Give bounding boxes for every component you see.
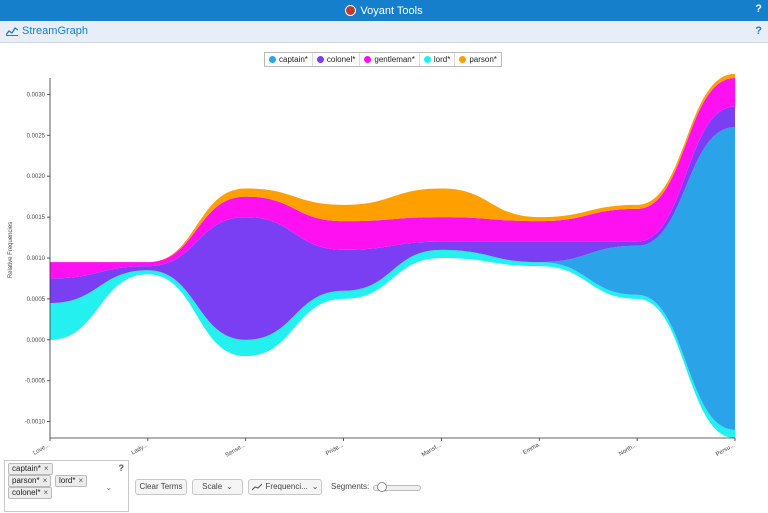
app-title-group[interactable]: Voyant Tools [0, 0, 768, 21]
term-selector[interactable]: captain* × parson* × lord* × colonel* × … [4, 460, 129, 512]
legend-label: colonel* [326, 55, 356, 64]
voyant-logo-icon [345, 5, 357, 16]
chart-legend: captain* colonel* gentleman* lord* parso… [264, 52, 502, 67]
legend-item-colonel[interactable]: colonel* [313, 53, 361, 66]
y-tick-label: 0.0010 [27, 256, 46, 262]
chevron-down-icon: ⌄ [226, 482, 233, 491]
term-chip-lord[interactable]: lord* × [55, 475, 88, 487]
clear-terms-label: Clear Terms [139, 482, 183, 491]
streamgraph-icon [6, 27, 18, 36]
legend-swatch-icon [316, 56, 324, 63]
frequencies-label: Frequenci... [265, 482, 308, 491]
legend-swatch-icon [364, 56, 372, 63]
y-tick-label: 0.0030 [27, 92, 46, 98]
y-tick-label: 0.0020 [27, 174, 46, 180]
legend-item-parson[interactable]: parson* [455, 53, 501, 66]
app-header: Voyant Tools ? [0, 0, 768, 21]
y-tick-label: 0.0025 [27, 133, 46, 139]
x-tick-label: Lady... [131, 442, 150, 456]
clear-terms-button[interactable]: Clear Terms [135, 479, 187, 495]
app-title: Voyant Tools [360, 4, 423, 17]
y-tick-label: -0.0010 [25, 420, 46, 426]
y-tick-label: -0.0005 [25, 379, 46, 385]
legend-swatch-icon [459, 56, 467, 63]
scale-dropdown[interactable]: Scale ⌄ [192, 479, 243, 495]
frequencies-dropdown[interactable]: Frequenci... ⌄ [248, 479, 322, 495]
term-chip-label: parson* [12, 476, 40, 485]
y-axis-label: Relative Frequencies [8, 222, 14, 278]
app-help-button[interactable]: ? [755, 3, 762, 15]
remove-term-icon[interactable]: × [43, 476, 48, 486]
y-axis: 0.0030 0.0025 0.0020 0.0015 0.0010 0.0005 0.00… [25, 78, 51, 438]
legend-item-gentleman[interactable]: gentleman* [360, 53, 420, 66]
streamgraph-chart[interactable]: 0.0030 0.0025 0.0020 0.0015 0.0010 0.0005 0.00… [0, 70, 768, 465]
remove-term-icon[interactable]: × [43, 488, 48, 498]
x-tick-label: Persu... [715, 442, 736, 458]
legend-label: gentleman* [374, 55, 415, 64]
y-tick-label: 0.0000 [27, 338, 46, 344]
x-axis: Love... Lady... Sense... Pride... Mansf... Em… [32, 437, 736, 459]
term-chip-colonel[interactable]: colonel* × [8, 487, 53, 499]
chevron-down-icon[interactable]: ⌄ [105, 483, 112, 492]
chevron-down-icon: ⌄ [311, 482, 319, 491]
panel-header: StreamGraph ? [0, 21, 768, 43]
y-tick-label: 0.0005 [27, 297, 46, 303]
line-chart-icon [251, 483, 262, 491]
legend-label: captain* [279, 55, 308, 64]
term-chip-label: captain* [12, 464, 41, 473]
remove-term-icon[interactable]: × [78, 476, 83, 486]
x-tick-label: Pride... [325, 442, 345, 457]
term-chip-captain[interactable]: captain* × [8, 463, 53, 475]
term-chip-label: lord* [59, 476, 76, 485]
segments-slider-thumb[interactable] [377, 482, 387, 492]
legend-label: lord* [433, 55, 451, 64]
stream-layers [50, 73, 735, 438]
term-chip-parson[interactable]: parson* × [8, 475, 52, 487]
term-help-button[interactable]: ? [119, 463, 125, 473]
x-tick-label: North... [618, 442, 638, 457]
segments-label: Segments: [331, 482, 370, 491]
legend-item-captain[interactable]: captain* [265, 53, 313, 66]
x-tick-label: Love... [32, 442, 51, 456]
term-chip-label: colonel* [12, 488, 41, 497]
panel-title-group: StreamGraph [6, 25, 88, 37]
legend-swatch-icon [423, 56, 431, 63]
remove-term-icon[interactable]: × [44, 464, 49, 474]
legend-item-lord[interactable]: lord* [420, 53, 456, 66]
panel-help-button[interactable]: ? [755, 25, 762, 37]
x-tick-label: Mansf... [421, 442, 443, 458]
panel-title: StreamGraph [22, 25, 89, 37]
legend-label: parson* [469, 55, 497, 64]
y-tick-label: 0.0015 [27, 215, 46, 221]
x-tick-label: Emma [522, 442, 541, 456]
x-tick-label: Sense... [225, 442, 247, 458]
legend-swatch-icon [269, 56, 276, 63]
scale-label: Scale [202, 482, 223, 491]
